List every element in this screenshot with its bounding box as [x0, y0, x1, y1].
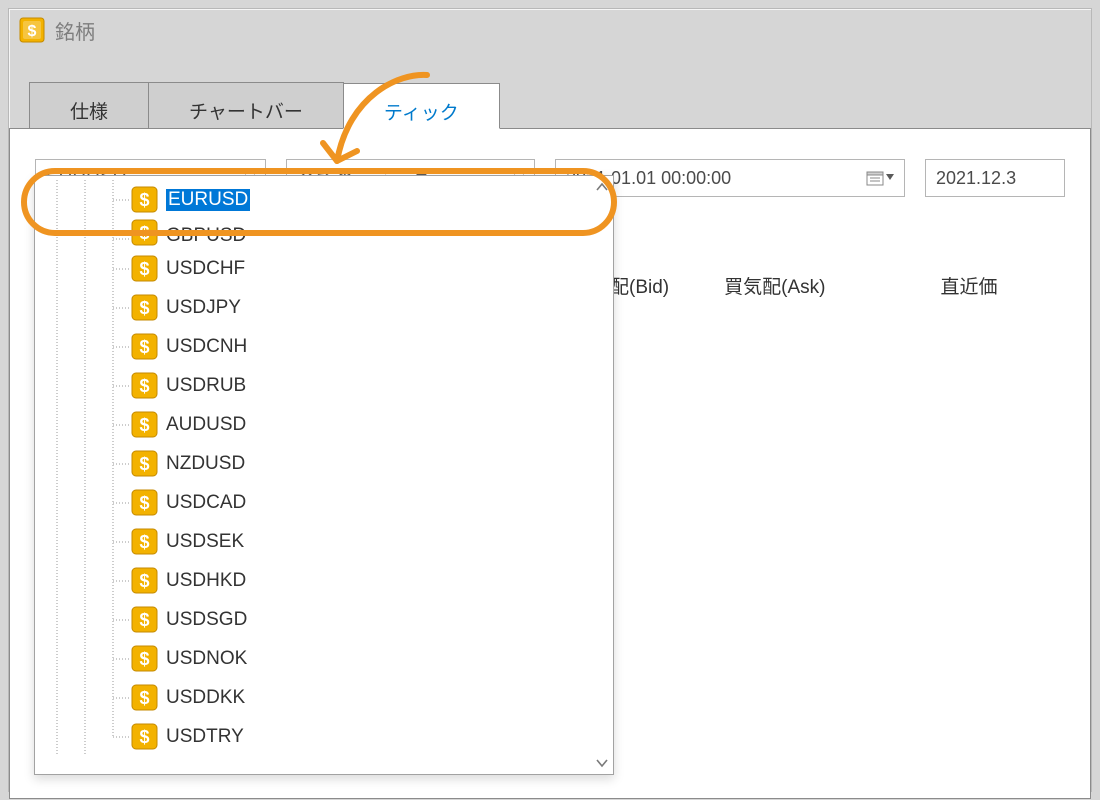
col-ask: 買気配(Ask)	[724, 272, 825, 299]
svg-text:$: $	[28, 23, 37, 40]
tree-item[interactable]: $ USDCHF	[35, 249, 613, 288]
tab-chartbar[interactable]: チャートバー	[148, 82, 344, 128]
dollar-icon: $	[131, 489, 158, 516]
tree-item[interactable]: $ USDHKD	[35, 561, 613, 600]
tree-item-label: USDHKD	[166, 570, 246, 592]
tree-item-label: USDNOK	[166, 648, 247, 670]
tree-item-label: USDSEK	[166, 531, 244, 553]
svg-text:$: $	[139, 688, 149, 708]
tree-item-label: USDSGD	[166, 609, 247, 631]
tree-item[interactable]: $ USDTRY	[35, 717, 613, 756]
tree-item-label: AUDUSD	[166, 414, 246, 436]
tree-item[interactable]: $ USDSGD	[35, 600, 613, 639]
tree-item[interactable]: $ USDSEK	[35, 522, 613, 561]
tab-bar: 仕様 チャートバー ティック	[9, 81, 1091, 129]
dollar-icon: $	[131, 333, 158, 360]
svg-text:$: $	[139, 649, 149, 669]
tree-item[interactable]: $ NZDUSD	[35, 444, 613, 483]
col-bid: 配(Bid)	[610, 272, 669, 299]
tree-item-label: USDCHF	[166, 258, 245, 280]
dollar-app-icon: $	[19, 17, 45, 43]
svg-text:$: $	[139, 337, 149, 357]
svg-text:$: $	[139, 610, 149, 630]
tree-item[interactable]: $ USDCAD	[35, 483, 613, 522]
tab-tick[interactable]: ティック	[343, 83, 500, 129]
svg-text:$: $	[139, 454, 149, 474]
titlebar: $ 銘柄	[9, 9, 1091, 51]
dollar-icon: $	[131, 372, 158, 399]
svg-text:$: $	[139, 532, 149, 552]
svg-text:$: $	[139, 571, 149, 591]
svg-text:$: $	[139, 223, 149, 243]
dollar-icon: $	[131, 684, 158, 711]
tree-item-label: USDCNH	[166, 336, 247, 358]
window-title: 銘柄	[55, 16, 95, 45]
calendar-picker-icon[interactable]	[866, 169, 894, 187]
svg-text:$: $	[139, 298, 149, 318]
tree-item-label: USDRUB	[166, 375, 246, 397]
dollar-icon: $	[131, 528, 158, 555]
tree-item-label: EURUSD	[166, 189, 250, 211]
symbol-tree: $ EURUSD $ GBPUSD $ USDCHF $ USDJPY $ USDCNH $ USDR…	[35, 176, 613, 760]
dollar-icon: $	[131, 567, 158, 594]
dollar-icon: $	[131, 450, 158, 477]
tree-item-label: NZDUSD	[166, 453, 245, 475]
date-to-input[interactable]: 2021.12.3	[925, 159, 1065, 197]
tree-item-label: GBPUSD	[166, 225, 246, 247]
svg-text:$: $	[139, 259, 149, 279]
tab-label: チャートバー	[189, 97, 303, 124]
symbols-window: $ 銘柄 仕様 チャートバー ティック EURUSD 全てのティック	[8, 8, 1092, 792]
dollar-icon: $	[131, 645, 158, 672]
tab-label: ティック	[384, 98, 459, 125]
svg-text:$: $	[139, 727, 149, 747]
scroll-down-icon[interactable]	[592, 753, 612, 773]
date-to-text: 2021.12.3	[936, 168, 1016, 189]
tree-item-label: USDTRY	[166, 726, 244, 748]
tree-item[interactable]: $ AUDUSD	[35, 405, 613, 444]
dollar-icon: $	[131, 255, 158, 282]
tree-item[interactable]: $ GBPUSD	[35, 219, 613, 249]
dollar-icon: $	[131, 411, 158, 438]
tree-item-label: USDDKK	[166, 687, 245, 709]
scroll-up-icon[interactable]	[592, 177, 612, 197]
svg-text:$: $	[139, 190, 149, 210]
tree-item[interactable]: $ USDDKK	[35, 678, 613, 717]
dollar-icon: $	[131, 219, 158, 246]
tab-label: 仕様	[70, 97, 108, 124]
dollar-icon: $	[131, 186, 158, 213]
tree-item[interactable]: $ EURUSD	[35, 180, 613, 219]
col-last: 直近価	[940, 272, 997, 299]
dollar-icon: $	[131, 606, 158, 633]
svg-text:$: $	[139, 415, 149, 435]
tab-spec[interactable]: 仕様	[29, 82, 149, 128]
symbol-tree-popup: $ EURUSD $ GBPUSD $ USDCHF $ USDJPY $ USDCNH $ USDR…	[34, 175, 614, 775]
dollar-icon: $	[131, 294, 158, 321]
tree-item[interactable]: $ USDJPY	[35, 288, 613, 327]
tree-item-label: USDJPY	[166, 297, 241, 319]
tree-item[interactable]: $ USDCNH	[35, 327, 613, 366]
tree-item[interactable]: $ USDRUB	[35, 366, 613, 405]
svg-text:$: $	[139, 376, 149, 396]
tree-item-label: USDCAD	[166, 492, 246, 514]
tree-scrollbar[interactable]	[592, 177, 612, 773]
tree-item[interactable]: $ USDNOK	[35, 639, 613, 678]
dollar-icon: $	[131, 723, 158, 750]
svg-text:$: $	[139, 493, 149, 513]
